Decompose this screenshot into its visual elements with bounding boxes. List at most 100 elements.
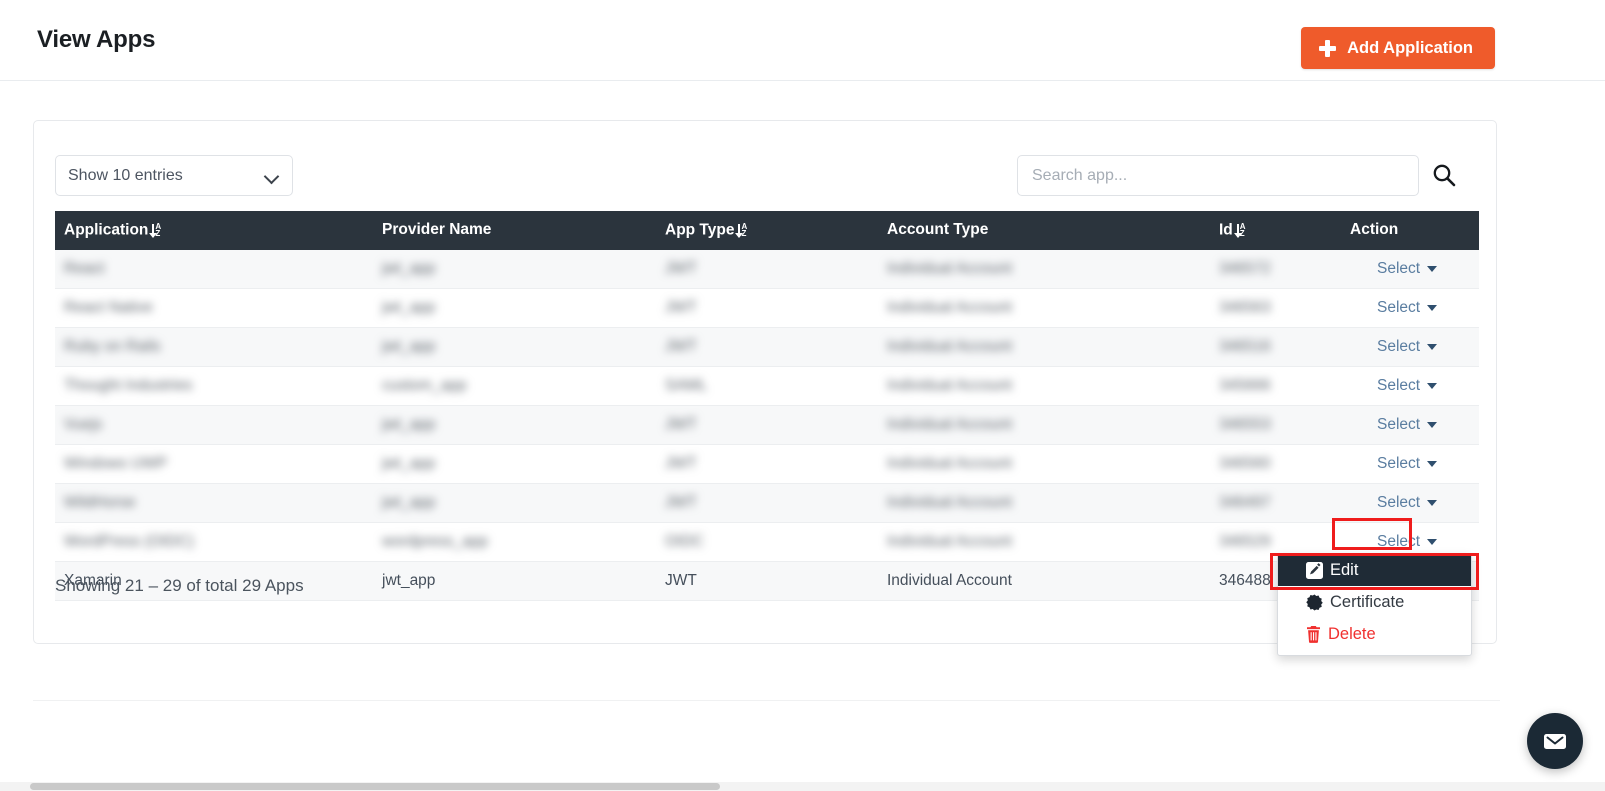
cell-provider-name: wordpress_app bbox=[373, 522, 656, 562]
cell-provider-name: jwt_app bbox=[373, 249, 656, 289]
cell-action: Select bbox=[1341, 444, 1479, 484]
dropdown-item-label: Certificate bbox=[1330, 592, 1405, 611]
add-application-label: Add Application bbox=[1347, 38, 1473, 57]
caret-down-icon bbox=[1427, 499, 1438, 506]
cell-action: Select bbox=[1341, 483, 1479, 523]
column-header-provider-name[interactable]: Provider Name bbox=[373, 211, 656, 250]
cell-id: 346516 bbox=[1210, 327, 1341, 367]
cell-application: WildHorse bbox=[55, 483, 373, 523]
view-apps-page: View Apps Add Application Show 10 entrie… bbox=[0, 0, 1605, 791]
cell-application: WordPress (OIDC) bbox=[55, 522, 373, 562]
column-header-app-type[interactable]: App Type A Z bbox=[656, 211, 878, 250]
dropdown-item-certificate[interactable]: Certificate bbox=[1278, 586, 1471, 618]
apps-table: Application A Z Provider Name App Type A Z A… bbox=[55, 211, 1479, 601]
column-header-account-type[interactable]: Account Type bbox=[878, 211, 1210, 250]
cell-id: 346560 bbox=[1210, 444, 1341, 484]
select-label: Select bbox=[1377, 493, 1421, 511]
select-label: Select bbox=[1377, 532, 1421, 550]
select-label: Select bbox=[1377, 259, 1421, 277]
showing-entries-text: Showing 21 – 29 of total 29 Apps bbox=[55, 576, 304, 595]
cell-id: 346563 bbox=[1210, 288, 1341, 328]
column-header-id[interactable]: Id A Z bbox=[1210, 211, 1341, 250]
cell-app-type: JWT bbox=[656, 561, 878, 601]
scrollbar-thumb[interactable] bbox=[30, 783, 720, 790]
caret-down-icon bbox=[1427, 343, 1438, 350]
select-dropdown-toggle[interactable]: Select bbox=[1350, 259, 1438, 278]
caret-down-icon bbox=[1427, 538, 1438, 545]
cell-action: Select bbox=[1341, 288, 1479, 328]
search-button[interactable] bbox=[1431, 159, 1463, 191]
caret-down-icon bbox=[1427, 382, 1438, 389]
column-label: Id bbox=[1219, 221, 1233, 239]
cell-account-type: Individual Account bbox=[878, 288, 1210, 328]
cell-account-type: Individual Account bbox=[878, 366, 1210, 406]
dropdown-item-delete[interactable]: Delete bbox=[1278, 618, 1471, 650]
certificate-badge-icon bbox=[1306, 594, 1323, 611]
cell-id: 345666 bbox=[1210, 366, 1341, 406]
caret-down-icon bbox=[1427, 460, 1438, 467]
select-label: Select bbox=[1377, 337, 1421, 355]
select-dropdown-toggle[interactable]: Select bbox=[1350, 377, 1438, 395]
select-label: Select bbox=[1377, 298, 1421, 316]
cell-account-type: Individual Account bbox=[878, 249, 1210, 289]
edit-pencil-icon bbox=[1306, 561, 1323, 579]
column-label: Account Type bbox=[887, 221, 989, 239]
select-dropdown-toggle[interactable]: Select bbox=[1350, 298, 1438, 317]
select-dropdown-toggle[interactable]: Select bbox=[1350, 415, 1438, 434]
cell-application: Ruby on Rails bbox=[55, 327, 373, 367]
dropdown-item-edit[interactable]: Edit bbox=[1278, 554, 1471, 586]
column-label: App Type bbox=[665, 221, 735, 239]
table-row: Vuejs jwt_app JWT Individual Account 346553 S… bbox=[55, 405, 1479, 445]
entries-per-page-select[interactable]: Show 10 entriesShow 25 entriesShow 50 en… bbox=[55, 155, 293, 196]
table-head: Application A Z Provider Name App Type A Z A… bbox=[55, 211, 1479, 250]
caret-down-icon bbox=[1427, 304, 1438, 311]
cell-account-type: Individual Account bbox=[878, 327, 1210, 367]
cell-application: Thought Industries bbox=[55, 366, 373, 406]
table-row: Thought Industries custom_app SAML Individu… bbox=[55, 366, 1479, 406]
cell-action: Select bbox=[1341, 366, 1479, 406]
page-divider bbox=[33, 700, 1500, 701]
cell-provider-name: jwt_app bbox=[373, 405, 656, 445]
cell-provider-name: jwt_app bbox=[373, 288, 656, 328]
cell-account-type: Individual Account bbox=[878, 561, 1210, 601]
cell-application: Vuejs bbox=[55, 405, 373, 445]
cell-app-type: OIDC bbox=[656, 522, 878, 562]
cell-id: 346572 bbox=[1210, 249, 1341, 289]
column-header-application[interactable]: Application A Z bbox=[55, 211, 373, 250]
cell-provider-name: jwt_app bbox=[373, 444, 656, 484]
cell-provider-name: jwt_app bbox=[373, 327, 656, 367]
column-header-action: Action bbox=[1341, 211, 1479, 250]
cell-action: Select bbox=[1341, 249, 1479, 289]
column-label: Action bbox=[1350, 221, 1399, 239]
cell-action: Select bbox=[1341, 327, 1479, 367]
caret-down-icon bbox=[1427, 421, 1438, 428]
select-dropdown-toggle[interactable]: Select bbox=[1350, 532, 1438, 551]
cell-provider-name: custom_app bbox=[373, 366, 656, 406]
cell-app-type: JWT bbox=[656, 288, 878, 328]
select-dropdown-toggle[interactable]: Select bbox=[1350, 337, 1438, 356]
cell-id: 346553 bbox=[1210, 405, 1341, 445]
select-dropdown-toggle[interactable]: Select bbox=[1350, 455, 1438, 473]
horizontal-scrollbar[interactable] bbox=[0, 782, 1605, 791]
table-row: WildHorse jwt_app JWT Individual Account 346… bbox=[55, 483, 1479, 523]
select-dropdown-toggle[interactable]: Select bbox=[1350, 493, 1438, 512]
table-body: React jwt_app JWT Individual Account 346572 S… bbox=[55, 249, 1479, 601]
search-input[interactable] bbox=[1017, 155, 1419, 196]
plus-icon bbox=[1319, 39, 1337, 57]
cell-app-type: JWT bbox=[656, 249, 878, 289]
page-title: View Apps bbox=[37, 26, 156, 53]
table-row: Windows UWP jwt_app JWT Individual Account 3… bbox=[55, 444, 1479, 484]
cell-app-type: JWT bbox=[656, 483, 878, 523]
table-row: WordPress (OIDC) wordpress_app OIDC Individ… bbox=[55, 522, 1479, 562]
cell-app-type: JWT bbox=[656, 327, 878, 367]
cell-id: 346497 bbox=[1210, 483, 1341, 523]
cell-account-type: Individual Account bbox=[878, 522, 1210, 562]
chat-support-button[interactable] bbox=[1527, 713, 1583, 769]
sort-alpha-down-icon: AZ bbox=[1233, 223, 1246, 238]
select-label: Select bbox=[1377, 415, 1421, 433]
caret-down-icon bbox=[1427, 265, 1438, 272]
dropdown-item-label: Delete bbox=[1328, 624, 1376, 643]
add-application-button[interactable]: Add Application bbox=[1301, 27, 1495, 69]
search-icon bbox=[1433, 164, 1456, 187]
dropdown-item-label: Edit bbox=[1330, 560, 1359, 579]
